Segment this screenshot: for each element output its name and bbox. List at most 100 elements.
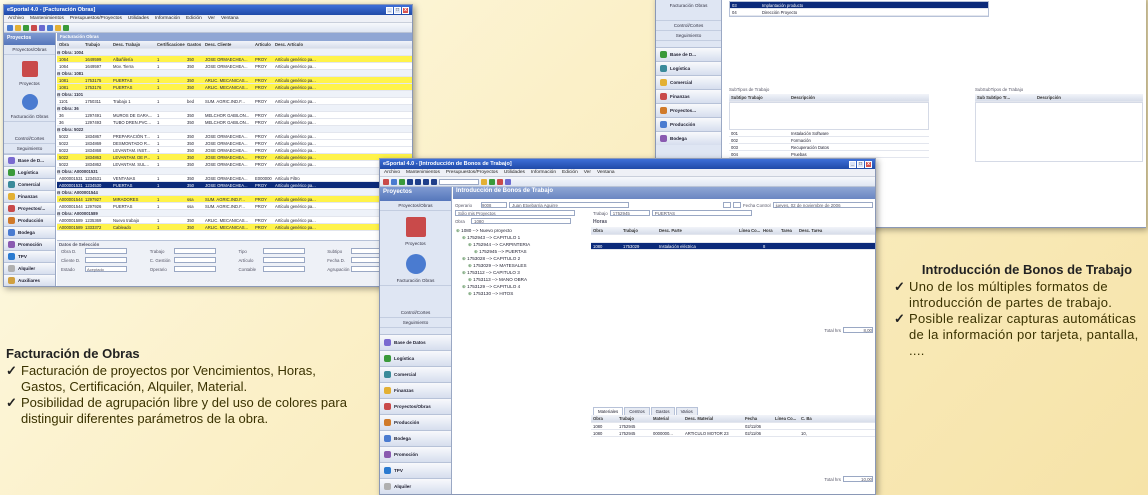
table-row[interactable]: 5022 1834869 DESMONTADO R... 1 350 JOSE ORMAE…: [57, 140, 412, 147]
filter-input[interactable]: [173, 257, 216, 263]
refresh-icon[interactable]: [63, 24, 69, 31]
search-icon[interactable]: [47, 24, 53, 31]
module-button[interactable]: Logística: [4, 166, 55, 178]
first-record-icon[interactable]: [407, 178, 413, 185]
proyectos-icon[interactable]: [405, 217, 426, 237]
sidebar-item-proyectos[interactable]: Proyectos: [380, 239, 451, 248]
module-button[interactable]: Alquiler: [4, 262, 55, 274]
minimize-icon[interactable]: _: [849, 160, 856, 168]
filter-input[interactable]: [173, 248, 216, 254]
menu-item[interactable]: Edición: [562, 170, 578, 175]
module-button[interactable]: Auxiliares: [4, 274, 55, 286]
tab[interactable]: Varios: [675, 407, 698, 415]
module-button[interactable]: Comercial: [4, 178, 55, 190]
filter-input[interactable]: [85, 248, 127, 254]
proyectos-icon[interactable]: [21, 61, 38, 77]
module-button[interactable]: Comercial: [380, 366, 451, 382]
filter-input[interactable]: [262, 257, 305, 263]
table-row[interactable]: 03 Implantación producto: [730, 2, 988, 9]
column-header[interactable]: Certificaciones: [155, 42, 185, 47]
print-icon[interactable]: [39, 24, 45, 31]
table-row[interactable]: 1080 1752945 02/11/06: [591, 423, 875, 430]
module-button[interactable]: Alquiler: [380, 478, 451, 494]
prev-date-button[interactable]: [723, 202, 731, 208]
module-button[interactable]: Base de D...: [656, 47, 721, 61]
column-header[interactable]: Desc. Trabajo: [111, 42, 155, 47]
column-header[interactable]: Desc. Cliente: [203, 42, 253, 47]
delete-icon[interactable]: [31, 24, 37, 31]
sidebar-item-control[interactable]: Control/Cortes: [656, 21, 721, 31]
group-row[interactable]: ⊟ Obra: A000001589: [57, 210, 412, 217]
table-row[interactable]: A000001589 1333372 Cableado 1 350 ARLIC. MECA…: [57, 224, 412, 231]
menu-item[interactable]: Ver: [584, 170, 591, 175]
solo-mis-proyectos-select[interactable]: Sólo mis Proyectos: [455, 210, 575, 216]
table-row[interactable]: 001 Instalación Software: [729, 130, 929, 137]
search-icon[interactable]: [481, 178, 487, 185]
tree-node[interactable]: ⊕ 1753130 --> HITOS: [456, 290, 588, 297]
group-row[interactable]: ⊟ Obra: 5022: [57, 126, 412, 133]
tree-node[interactable]: ⊕ 1753112 --> CAPITULO 3: [456, 269, 588, 276]
module-button[interactable]: Promoción: [4, 238, 55, 250]
module-button[interactable]: Proyectos/...: [4, 202, 55, 214]
menu-item[interactable]: Archivo: [384, 170, 400, 175]
table-row[interactable]: 1081 1753176 PUERTAS 1 350 ARLIC. MECANICAS..…: [57, 84, 412, 91]
column-header[interactable]: Fecha: [743, 416, 773, 421]
obra-input[interactable]: 1080: [471, 218, 571, 224]
tree-node[interactable]: ⊕ 1752945 --> PUERTAS: [456, 248, 588, 255]
tree-node[interactable]: ⊕ 1753113 --> MANO OBRA: [456, 276, 588, 283]
column-header[interactable]: Trabajo: [617, 416, 651, 421]
table-row[interactable]: 36 1297493 TUBO DREN.PVC... 1 350 MELCHOR GAB…: [57, 119, 412, 126]
prev-record-icon[interactable]: [415, 178, 421, 185]
trabajo-input[interactable]: 1752945: [609, 210, 650, 216]
column-header[interactable]: Artículo: [253, 42, 273, 47]
table-row[interactable]: 04 Dirección Proyecto: [730, 9, 988, 16]
save-icon[interactable]: [23, 24, 29, 31]
filter-input[interactable]: [85, 257, 127, 263]
sidebar-item-control[interactable]: Control/Cortes: [380, 308, 451, 318]
module-button[interactable]: Logística: [380, 350, 451, 366]
table-row[interactable]: 1080 1752945 0000000... ARTICULO MOTOR 23 02…: [591, 430, 875, 437]
menu-item[interactable]: Información: [155, 16, 180, 21]
horas-empty-row[interactable]: [591, 235, 875, 243]
table-row[interactable]: 1081 1753175 PUERTAS 1 350 ARLIC. MECANICAS..…: [57, 77, 412, 84]
horas-row[interactable]: 1080 1753029 Instalación eléctrica 8: [591, 243, 875, 250]
table-row[interactable]: 5022 1834862 LEVANTAM. SUL... 1 350 JOSE ORMA…: [57, 161, 412, 168]
module-button[interactable]: Base de D...: [4, 154, 55, 166]
module-button[interactable]: Base de Datos: [380, 334, 451, 350]
next-record-icon[interactable]: [423, 178, 429, 185]
col-subtipo[interactable]: Subtipo Trabajo: [729, 95, 789, 100]
column-header[interactable]: Tarea: [779, 228, 797, 233]
column-header[interactable]: Desc. Material: [683, 416, 743, 421]
menu-item[interactable]: Archivo: [8, 16, 24, 21]
table-row[interactable]: 5022 1834863 LEVANTAM. DE P... 1 350 JOSE ORM…: [57, 154, 412, 161]
menu-item[interactable]: Presupuestos/Proyectos: [446, 170, 498, 175]
col-subsubtipo[interactable]: Sub Subtipo Tr...: [975, 95, 1035, 100]
column-header[interactable]: Obra: [591, 228, 621, 233]
tab[interactable]: Centros: [624, 407, 650, 415]
sidebar-item-proyectos-obras[interactable]: Proyectos/Obras: [4, 45, 55, 55]
menu-item[interactable]: Utilidades: [504, 170, 525, 175]
operario-name-input[interactable]: Juan Etxebarria Aguirre: [509, 202, 629, 208]
delete-icon[interactable]: [497, 178, 503, 185]
table-row[interactable]: 1064 1649597 Mov. Tierra 1 350 JOSE ORMAECHEA…: [57, 63, 412, 70]
filter-input[interactable]: [262, 248, 305, 254]
tree-node[interactable]: ⊕ 1753029 --> MATESALES: [456, 262, 588, 269]
table-row[interactable]: 36 1297491 MUROS DE GARA... 1 350 MELCHOR GAB…: [57, 112, 412, 119]
col-descripcion[interactable]: Descripción: [789, 95, 817, 100]
close-icon[interactable]: x: [402, 6, 409, 14]
table-row[interactable]: 003 Recuperación Datos: [729, 144, 929, 151]
open-icon[interactable]: [391, 178, 397, 185]
menu-item[interactable]: Ventana: [597, 170, 615, 175]
filter-input[interactable]: Aceptado: [85, 266, 127, 272]
group-row[interactable]: ⊟ Obra: 1004: [57, 49, 412, 56]
menu-item[interactable]: Información: [531, 170, 556, 175]
module-button[interactable]: Bodega: [380, 430, 451, 446]
table-row[interactable]: 5022 1834868 LEVANTAM. INST... 1 350 JOSE ORM…: [57, 147, 412, 154]
sidebar-item-proyectos-obras[interactable]: Proyectos/Obras: [380, 201, 451, 211]
column-header[interactable]: C. Ba: [799, 416, 819, 421]
column-header[interactable]: Desc. Tarea: [797, 228, 837, 233]
column-header[interactable]: Desc. Artículo: [273, 42, 317, 47]
tree-node[interactable]: ⊕ 1753129 --> CAPITULO 4: [456, 283, 588, 290]
group-row[interactable]: ⊟ Obra: A000001531: [57, 168, 412, 175]
next-date-button[interactable]: [733, 202, 741, 208]
